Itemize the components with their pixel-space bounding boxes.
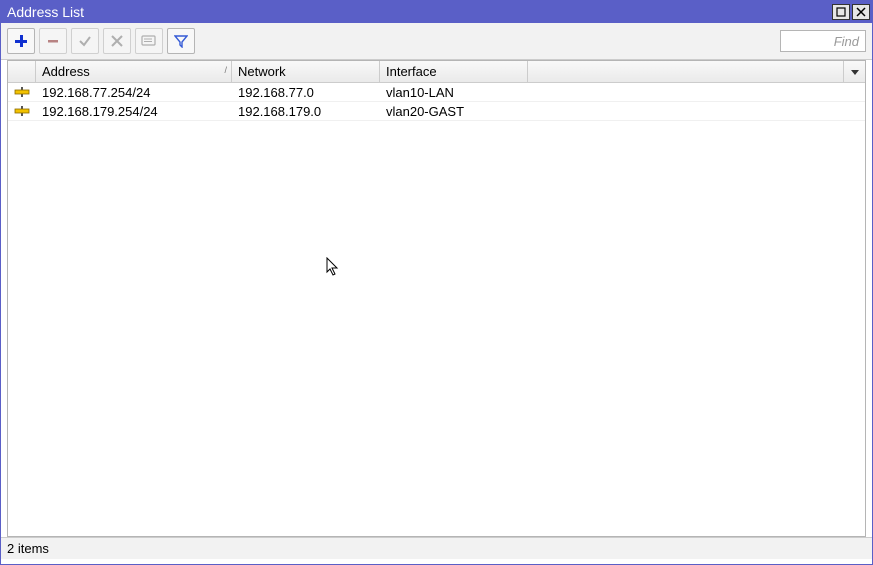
find-input[interactable]: Find	[780, 30, 866, 52]
comment-button[interactable]	[135, 28, 163, 54]
titlebar: Address List	[1, 1, 872, 23]
column-flag[interactable]	[8, 61, 36, 82]
toolbar: Find	[1, 23, 872, 60]
cell-network: 192.168.77.0	[232, 85, 380, 100]
table-row[interactable]: 192.168.179.254/24192.168.179.0vlan20-GA…	[8, 102, 865, 121]
cell-interface: vlan20-GAST	[380, 104, 528, 119]
disable-button[interactable]	[103, 28, 131, 54]
plus-icon	[14, 34, 28, 48]
cell-interface: vlan10-LAN	[380, 85, 528, 100]
row-icon-cell	[8, 105, 36, 117]
sort-indicator-icon: /	[224, 65, 227, 75]
status-bar: 2 items	[1, 537, 872, 559]
remove-button[interactable]	[39, 28, 67, 54]
x-icon	[110, 34, 124, 48]
window-title: Address List	[7, 4, 832, 20]
row-icon-cell	[8, 86, 36, 98]
mouse-cursor-icon	[326, 257, 342, 277]
cell-address: 192.168.77.254/24	[36, 85, 232, 100]
column-address-label: Address	[42, 64, 90, 79]
enable-button[interactable]	[71, 28, 99, 54]
column-address[interactable]: Address /	[36, 61, 232, 82]
address-icon	[14, 105, 30, 117]
window-controls	[832, 4, 870, 20]
close-button[interactable]	[852, 4, 870, 20]
cell-address: 192.168.179.254/24	[36, 104, 232, 119]
column-spacer	[528, 61, 843, 82]
status-text: 2 items	[7, 541, 49, 556]
column-network-label: Network	[238, 64, 286, 79]
column-interface-label: Interface	[386, 64, 437, 79]
find-placeholder: Find	[834, 34, 859, 49]
column-interface[interactable]: Interface	[380, 61, 528, 82]
check-icon	[78, 34, 92, 48]
chevron-down-icon	[850, 67, 860, 77]
address-icon	[14, 86, 30, 98]
address-grid: Address / Network Interface 192.168.77.2…	[7, 60, 866, 537]
grid-header: Address / Network Interface	[8, 61, 865, 83]
table-row[interactable]: 192.168.77.254/24192.168.77.0vlan10-LAN	[8, 83, 865, 102]
column-network[interactable]: Network	[232, 61, 380, 82]
add-button[interactable]	[7, 28, 35, 54]
cell-network: 192.168.179.0	[232, 104, 380, 119]
filter-button[interactable]	[167, 28, 195, 54]
note-icon	[141, 35, 157, 47]
grid-body: 192.168.77.254/24192.168.77.0vlan10-LAN1…	[8, 83, 865, 121]
columns-menu-button[interactable]	[843, 61, 865, 82]
minus-icon	[46, 34, 60, 48]
funnel-icon	[174, 34, 188, 48]
minimize-button[interactable]	[832, 4, 850, 20]
